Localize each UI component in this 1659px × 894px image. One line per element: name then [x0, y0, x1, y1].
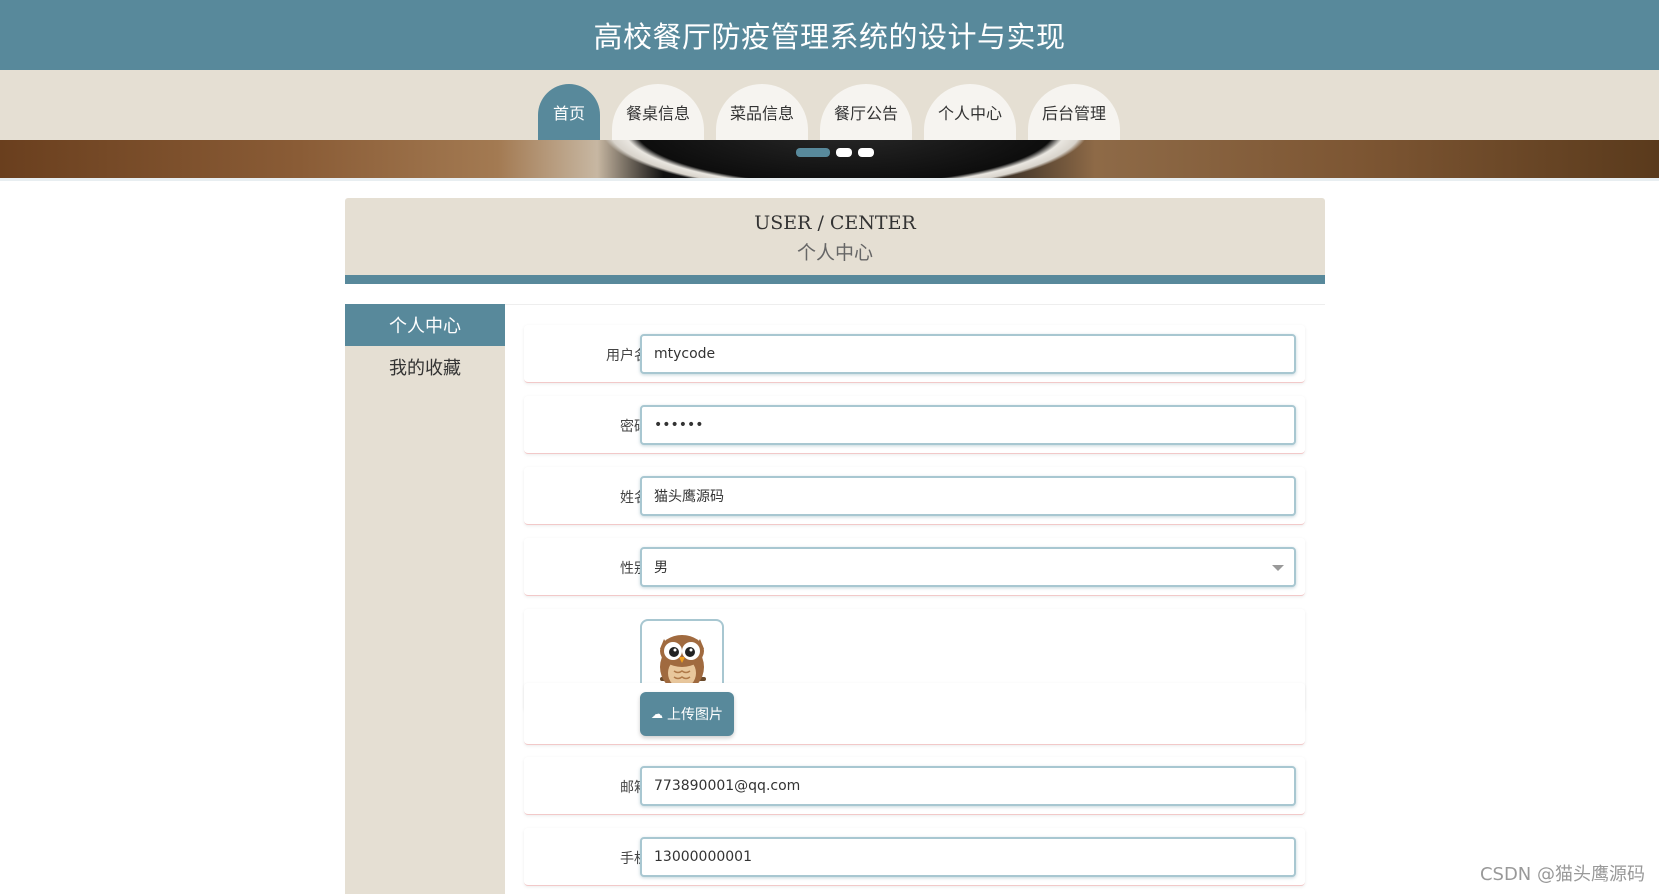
gender-value: 男 — [654, 560, 668, 576]
nav-tab-tables[interactable]: 餐桌信息 — [612, 84, 704, 140]
banner-image — [575, 140, 1115, 178]
gender-select[interactable]: 男 — [640, 547, 1296, 587]
nav-tab-notices[interactable]: 餐厅公告 — [820, 84, 912, 140]
form-row-gender: 性别 男 — [524, 538, 1305, 596]
section-title-en: USER / CENTER — [754, 212, 916, 234]
email-label: 邮箱 — [620, 780, 648, 796]
password-label: 密码 — [620, 419, 648, 435]
nav-tab-home[interactable]: 首页 — [538, 84, 600, 140]
site-title: 高校餐厅防疫管理系统的设计与实现 — [593, 20, 1066, 54]
nav-tab-user-center[interactable]: 个人中心 — [924, 84, 1016, 140]
carousel-dot-2[interactable] — [836, 148, 852, 157]
upload-label: 上传图片 — [667, 707, 723, 723]
phone-label: 手机 — [620, 851, 648, 867]
main-nav: 首页 餐桌信息 菜品信息 餐厅公告 个人中心 后台管理 — [538, 84, 1120, 140]
banner-divider — [0, 178, 1659, 181]
form-row-phone: 手机 13000000001 — [524, 828, 1305, 886]
name-label: 姓名 — [620, 490, 648, 506]
sidebar-item-user-center[interactable]: 个人中心 — [345, 304, 505, 346]
form-row-username: 用户名 mtycode — [524, 325, 1305, 383]
phone-field[interactable]: 13000000001 — [640, 837, 1296, 877]
form-row-name: 姓名 猫头鹰源码 — [524, 467, 1305, 525]
watermark: CSDN @猫头鹰源码 — [1479, 864, 1645, 885]
form-row-email: 邮箱 773890001@qq.com — [524, 757, 1305, 815]
upload-image-button[interactable]: ☁ 上传图片 — [640, 692, 734, 736]
name-field[interactable]: 猫头鹰源码 — [640, 476, 1296, 516]
user-sidebar: 个人中心 我的收藏 — [345, 304, 505, 894]
password-field[interactable]: •••••• — [640, 405, 1296, 445]
cloud-upload-icon: ☁ — [651, 707, 663, 721]
nav-tab-admin[interactable]: 后台管理 — [1028, 84, 1120, 140]
username-field[interactable]: mtycode — [640, 334, 1296, 374]
top-header: 高校餐厅防疫管理系统的设计与实现 — [0, 0, 1659, 70]
sidebar-item-favorites[interactable]: 我的收藏 — [345, 346, 505, 388]
section-title-cn: 个人中心 — [796, 242, 873, 264]
carousel-dot-3[interactable] — [858, 148, 874, 157]
profile-form: 用户名 mtycode 密码 •••••• 姓名 猫头鹰源码 性别 男 ☁ 上传… — [505, 304, 1325, 894]
form-row-password: 密码 •••••• — [524, 396, 1305, 454]
form-row-upload: ☁ 上传图片 — [524, 683, 1305, 745]
banner-carousel — [0, 140, 1659, 178]
section-header: USER / CENTER 个人中心 — [345, 198, 1325, 284]
username-label: 用户名 — [606, 348, 648, 364]
carousel-indicators — [796, 148, 874, 157]
chevron-down-icon — [1272, 565, 1284, 571]
email-field[interactable]: 773890001@qq.com — [640, 766, 1296, 806]
nav-tab-dishes[interactable]: 菜品信息 — [716, 84, 808, 140]
gender-label: 性别 — [620, 561, 648, 577]
carousel-dot-1[interactable] — [796, 148, 830, 157]
